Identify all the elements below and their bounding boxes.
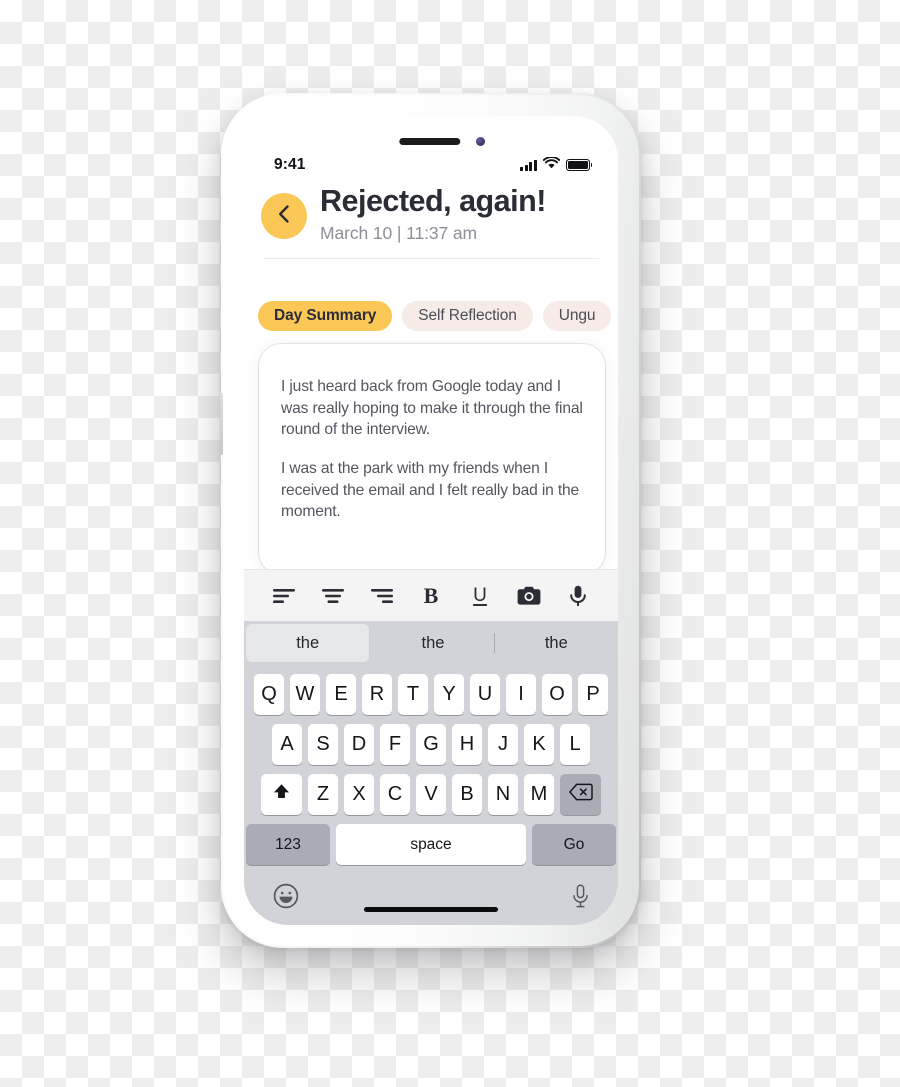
camera-icon[interactable] <box>514 581 544 611</box>
keyboard-row-3: Z X C V B N M <box>244 774 618 815</box>
keyboard-bottom-bar <box>244 867 618 925</box>
key-f[interactable]: F <box>380 724 410 765</box>
header-row: Rejected, again! March 10 | 11:37 am <box>260 184 602 244</box>
header-divider <box>263 258 599 260</box>
suggestion-2[interactable]: the <box>495 624 618 662</box>
page-title: Rejected, again! <box>320 184 546 218</box>
phone-side-button[interactable] <box>220 393 223 455</box>
backspace-key[interactable] <box>560 774 601 815</box>
key-q[interactable]: Q <box>254 674 284 715</box>
tab-day-summary[interactable]: Day Summary <box>258 301 393 331</box>
align-center-icon[interactable] <box>318 581 348 611</box>
keyboard-row-2: A S D F G H J K L <box>244 724 618 765</box>
key-n[interactable]: N <box>488 774 518 815</box>
keyboard-row-1: Q W E R T Y U I O P <box>244 674 618 715</box>
key-k[interactable]: K <box>524 724 554 765</box>
key-v[interactable]: V <box>416 774 446 815</box>
note-paragraph: I just heard back from Google today and … <box>281 378 583 439</box>
shift-key[interactable] <box>261 774 302 815</box>
cellular-signal-icon <box>520 159 537 171</box>
suggestion-1-label: the <box>421 633 445 652</box>
numbers-key[interactable]: 123 <box>246 824 330 865</box>
key-g[interactable]: G <box>416 724 446 765</box>
battery-full-icon <box>566 159 593 171</box>
key-i[interactable]: I <box>506 674 536 715</box>
home-indicator[interactable] <box>364 907 498 912</box>
shift-up-arrow-icon <box>272 782 291 807</box>
key-c[interactable]: C <box>380 774 410 815</box>
underline-icon[interactable]: U <box>465 581 495 611</box>
key-h[interactable]: H <box>452 724 482 765</box>
status-bar: 9:41 <box>244 152 618 178</box>
note-body-text[interactable]: I just heard back from Google today and … <box>281 376 583 523</box>
align-right-icon[interactable] <box>367 581 397 611</box>
phone-device-frame: 9:41 Rejected, again! March 10 | 11:37 a… <box>220 93 641 948</box>
virtual-keyboard: the the the Q W E R T Y U I O P A S D F … <box>244 621 618 925</box>
tab-self-reflection[interactable]: Self Reflection <box>402 301 533 331</box>
suggestion-1[interactable]: the <box>371 624 495 662</box>
page-subtitle-datetime: March 10 | 11:37 am <box>320 223 477 244</box>
key-j[interactable]: J <box>488 724 518 765</box>
suggestion-0[interactable]: the <box>246 624 370 662</box>
key-t[interactable]: T <box>398 674 428 715</box>
key-l[interactable]: L <box>560 724 590 765</box>
phone-screen: 9:41 Rejected, again! March 10 | 11:37 a… <box>244 116 618 925</box>
chevron-left-icon <box>277 204 291 229</box>
suggestion-bar: the the the <box>244 621 618 665</box>
go-key[interactable]: Go <box>532 824 616 865</box>
key-u[interactable]: U <box>470 674 500 715</box>
front-camera-icon <box>476 137 485 146</box>
note-editor-card[interactable]: I just heard back from Google today and … <box>259 344 605 574</box>
header-text-block: Rejected, again! March 10 | 11:37 am <box>320 184 546 244</box>
key-o[interactable]: O <box>542 674 572 715</box>
notch-area <box>244 116 618 152</box>
key-s[interactable]: S <box>308 724 338 765</box>
key-m[interactable]: M <box>524 774 554 815</box>
bold-icon[interactable]: B <box>416 581 446 611</box>
key-d[interactable]: D <box>344 724 374 765</box>
speaker-grille-icon <box>399 138 461 145</box>
key-b[interactable]: B <box>452 774 482 815</box>
backspace-delete-icon <box>568 783 593 807</box>
key-e[interactable]: E <box>326 674 356 715</box>
dictation-microphone-icon[interactable] <box>572 884 589 908</box>
wifi-icon <box>542 156 561 174</box>
microphone-icon[interactable] <box>563 581 593 611</box>
status-bar-time: 9:41 <box>274 156 306 173</box>
key-w[interactable]: W <box>290 674 320 715</box>
tab-strip[interactable]: Day Summary Self Reflection Ungu <box>244 299 618 333</box>
align-left-icon[interactable] <box>269 581 299 611</box>
key-a[interactable]: A <box>272 724 302 765</box>
status-bar-icons <box>520 156 593 174</box>
key-y[interactable]: Y <box>434 674 464 715</box>
key-z[interactable]: Z <box>308 774 338 815</box>
key-r[interactable]: R <box>362 674 392 715</box>
app-header: Rejected, again! March 10 | 11:37 am <box>244 184 618 260</box>
emoji-smiley-icon[interactable] <box>273 883 299 909</box>
space-key[interactable]: space <box>336 824 526 865</box>
key-x[interactable]: X <box>344 774 374 815</box>
back-button[interactable] <box>261 193 307 239</box>
tab-ungu[interactable]: Ungu <box>542 301 612 331</box>
key-p[interactable]: P <box>578 674 608 715</box>
keyboard-row-4: 123 space Go <box>244 824 618 865</box>
note-paragraph: I was at the park with my friends when I… <box>281 460 580 521</box>
format-toolbar: B U <box>244 569 618 621</box>
